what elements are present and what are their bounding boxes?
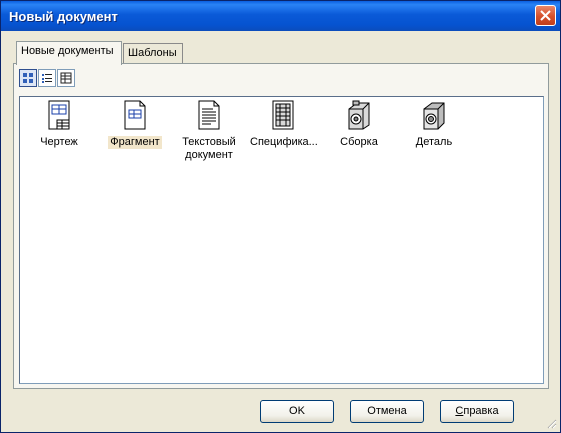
item-label: Текстовый документ <box>182 136 236 161</box>
window-title: Новый документ <box>9 9 118 24</box>
details-view-button[interactable] <box>57 69 75 87</box>
specification-icon <box>267 99 299 131</box>
item-label: Сборка <box>340 136 378 148</box>
list-view-button[interactable] <box>38 69 56 87</box>
part-icon <box>418 99 450 131</box>
close-icon <box>540 10 551 21</box>
details-view-icon <box>60 72 72 84</box>
item-label: Чертеж <box>40 136 78 148</box>
fragment-icon <box>119 99 151 131</box>
text-document-icon <box>193 99 225 131</box>
cancel-button[interactable]: Отмена <box>350 400 424 423</box>
item-label: Деталь <box>415 136 453 148</box>
item-assembly[interactable]: Сборка <box>324 99 394 149</box>
item-label: Фрагмент <box>108 136 162 149</box>
drawing-icon <box>43 99 75 131</box>
tab-panel: Чертеж Фрагмент Текстовый документ Специ… <box>13 63 549 389</box>
resize-grip-icon[interactable] <box>545 417 557 429</box>
item-drawing[interactable]: Чертеж <box>24 99 94 149</box>
large-icons-view-button[interactable] <box>19 69 37 87</box>
item-text-document[interactable]: Текстовый документ <box>174 99 244 162</box>
ok-button[interactable]: OK <box>260 400 334 423</box>
assembly-icon <box>343 99 375 131</box>
item-label: Спецификa... <box>250 136 318 148</box>
item-fragment[interactable]: Фрагмент <box>100 99 170 149</box>
document-type-list: Чертеж Фрагмент Текстовый документ Специ… <box>19 96 544 384</box>
new-document-dialog: Новый документ Новые документы Шаблоны Ч… <box>0 0 561 433</box>
close-button[interactable] <box>535 5 556 26</box>
help-button[interactable]: Справка <box>440 400 514 423</box>
item-specification[interactable]: Спецификa... <box>248 99 318 149</box>
tab-templates[interactable]: Шаблоны <box>123 43 183 63</box>
item-part[interactable]: Деталь <box>399 99 469 149</box>
large-icons-view-icon <box>23 73 33 83</box>
tab-new-documents[interactable]: Новые документы <box>16 41 122 65</box>
title-bar[interactable]: Новый документ <box>1 1 560 31</box>
list-view-icon <box>42 74 52 83</box>
